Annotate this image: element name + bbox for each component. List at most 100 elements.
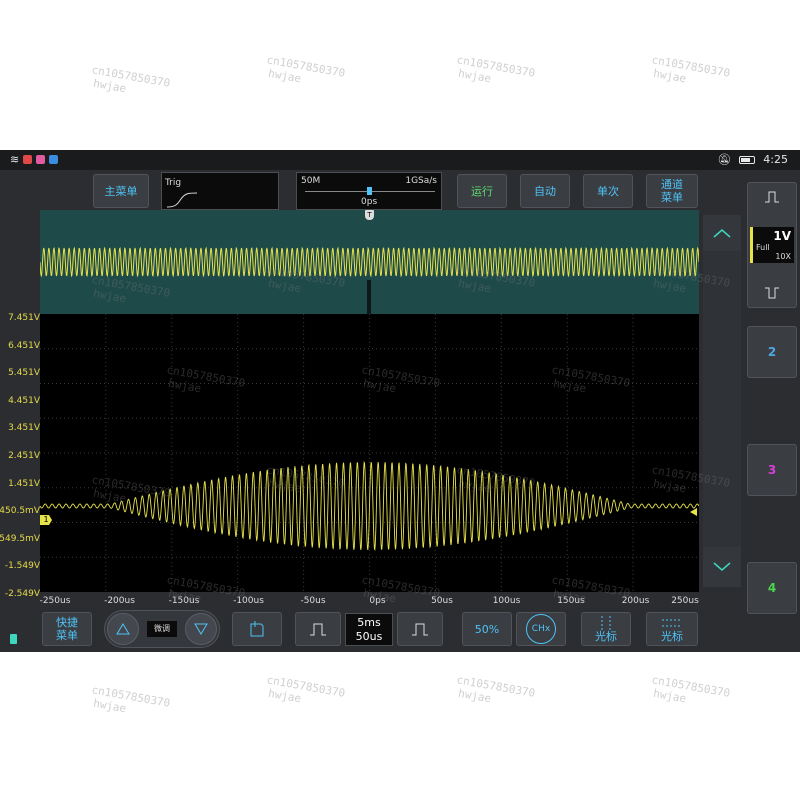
- auto-label: 自动: [534, 184, 556, 198]
- timebase-right-button[interactable]: [397, 612, 443, 646]
- watermark-text: cn1057850370 hwjae: [90, 63, 172, 96]
- y-axis-label: 3.451V: [8, 423, 40, 434]
- scroll-track: [703, 251, 741, 547]
- ch4-button[interactable]: 4: [747, 562, 797, 614]
- watermark-text: cn1057850370 hwjae: [455, 53, 537, 86]
- clock: 4:25: [763, 153, 788, 166]
- watermark-text: cn1057850370 hwjae: [650, 673, 732, 706]
- rising-pulse-icon: [765, 191, 779, 203]
- fine-up-button[interactable]: [107, 613, 139, 645]
- main-menu-label: 主菜单: [104, 184, 138, 198]
- ch4-label: 4: [767, 581, 777, 595]
- ch1-channel-panel[interactable]: 1V Full 10X: [747, 182, 797, 308]
- falling-pulse-icon: [765, 287, 779, 299]
- app-icon-blue: [49, 155, 59, 164]
- timebase-display[interactable]: 5ms 50us: [345, 613, 393, 646]
- chevron-down-icon: [713, 562, 731, 571]
- horizontal-cursor-icon: [662, 619, 682, 627]
- triangle-up-icon: [116, 623, 130, 635]
- save-icon: [250, 621, 264, 637]
- save-button[interactable]: [232, 612, 282, 646]
- ch1-coupling: Full: [756, 243, 770, 252]
- cursor-vertical-button[interactable]: 光标: [581, 612, 631, 646]
- sample-rate: 1GSa/s: [405, 176, 437, 186]
- y-axis-label: -2.549V: [4, 589, 40, 599]
- app-icon-pink: [36, 155, 46, 164]
- x-axis-label: -50us: [300, 596, 326, 606]
- mute-icon: 🔕︎: [717, 153, 732, 166]
- quick-menu-label: 快捷 菜单: [56, 616, 78, 642]
- pulse-wide-icon: [412, 623, 428, 636]
- ch-key-label: CHx: [531, 623, 551, 634]
- x-axis-label: 150us: [557, 596, 585, 606]
- trigger-position-marker[interactable]: T: [365, 210, 374, 220]
- memory-position-marker: [367, 187, 372, 195]
- single-button[interactable]: 单次: [583, 174, 633, 208]
- scroll-up-button[interactable]: [703, 215, 741, 251]
- fine-adjust-group: 微调: [104, 610, 220, 648]
- cursor-horizontal-button[interactable]: 光标: [646, 612, 698, 646]
- trigger-50-button[interactable]: 50%: [462, 612, 512, 646]
- ch3-label: 3: [767, 463, 777, 477]
- waveform-display[interactable]: [40, 210, 699, 592]
- run-stop-button[interactable]: 运行: [457, 174, 507, 208]
- triangle-down-icon: [194, 623, 208, 635]
- watermark-text: cn1057850370 hwjae: [455, 673, 537, 706]
- ch2-label: 2: [767, 345, 777, 359]
- ch2-button[interactable]: 2: [747, 326, 797, 378]
- trigger-level-arrow[interactable]: [690, 508, 697, 516]
- battery-icon: [739, 155, 756, 164]
- x-axis-label: -100us: [233, 596, 264, 606]
- y-axis-label: 1.451V: [8, 478, 40, 489]
- trig-label: Trig: [165, 178, 182, 188]
- scroll-down-button[interactable]: [703, 547, 741, 587]
- status-bar: ≋ 🔕︎ 4:25: [0, 150, 800, 170]
- sample-depth: 50M: [301, 176, 321, 186]
- ch1-settings: 1V Full 10X: [750, 227, 794, 263]
- fine-down-button[interactable]: [185, 613, 217, 645]
- single-label: 单次: [597, 184, 619, 198]
- fine-button[interactable]: 微调: [147, 621, 177, 637]
- auto-button[interactable]: 自动: [520, 174, 570, 208]
- ch1-volts-div: 1V: [773, 229, 791, 243]
- x-axis-label: -250us: [39, 596, 71, 606]
- status-right: 🔕︎ 4:25: [717, 153, 788, 166]
- ch1-probe: 10X: [775, 252, 791, 261]
- wifi-icon: ≋: [10, 153, 20, 166]
- y-axis-label: 450.5mV: [0, 506, 40, 517]
- y-axis-label: 7.451V: [8, 313, 40, 323]
- channel-menu-button[interactable]: 通道 菜单: [646, 174, 698, 208]
- ch3-button[interactable]: 3: [747, 444, 797, 496]
- watermark-text: cn1057850370 hwjae: [265, 673, 347, 706]
- y-axis-label: 2.451V: [8, 451, 40, 461]
- x-axis-label: -150us: [168, 596, 200, 606]
- x-axis-label: 50us: [431, 596, 453, 606]
- vertical-cursor-icon: [601, 616, 611, 630]
- run-label: 运行: [471, 184, 493, 198]
- y-axis-label: 6.451V: [8, 340, 40, 351]
- x-axis-label: 0ps: [369, 596, 386, 606]
- cursor-horizontal-label: 光标: [661, 630, 683, 643]
- x-axis-label: 250us: [671, 596, 699, 606]
- timebase-sub: 50us: [355, 630, 383, 643]
- main-menu-button[interactable]: 主菜单: [93, 174, 149, 208]
- channel-select-button[interactable]: CHx: [516, 612, 566, 646]
- time-offset: 0ps: [361, 197, 378, 207]
- x-axis-label: 200us: [621, 596, 650, 606]
- trigger-50-label: 50%: [474, 622, 500, 636]
- cursor-vertical-label: 光标: [595, 630, 617, 643]
- y-axis-label: -549.5mV: [0, 533, 40, 544]
- y-axis-label: 5.451V: [8, 368, 40, 379]
- chevron-up-icon: [713, 229, 731, 238]
- watermark-text: cn1057850370 hwjae: [265, 53, 347, 86]
- channel-menu-label: 通道 菜单: [661, 178, 683, 204]
- app-icon-red: [23, 155, 33, 164]
- ch-key-ring: CHx: [526, 614, 556, 644]
- status-icons: ≋: [10, 153, 59, 166]
- acquisition-box[interactable]: 50M 1GSa/s 0ps: [296, 172, 442, 210]
- quick-menu-button[interactable]: 快捷 菜单: [42, 612, 92, 646]
- trigger-box[interactable]: Trig: [161, 172, 279, 210]
- timebase-left-button[interactable]: [295, 612, 341, 646]
- x-axis-label: -200us: [104, 596, 135, 606]
- trigger-edge-icon: [167, 192, 197, 208]
